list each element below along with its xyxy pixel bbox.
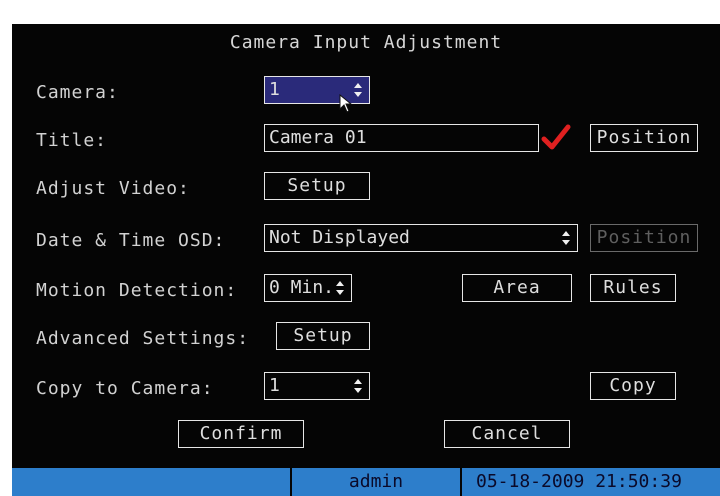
motion-detection-label: Motion Detection: — [36, 280, 238, 301]
osd-position-button[interactable]: Position — [590, 224, 698, 252]
date-time-osd-value: Not Displayed — [269, 227, 410, 248]
adjust-video-label: Adjust Video: — [36, 178, 190, 199]
motion-area-button[interactable]: Area — [462, 274, 572, 302]
mouse-pointer-icon — [339, 94, 353, 113]
dvr-screen: Camera Input Adjustment Camera: 1 Title:… — [12, 24, 720, 496]
motion-detection-select[interactable]: 0 Min. — [264, 274, 352, 302]
checkmark-icon[interactable] — [541, 124, 571, 152]
spinner-icon — [562, 231, 570, 245]
title-input[interactable]: Camera 01 — [264, 124, 539, 152]
title-position-button[interactable]: Position — [590, 124, 698, 152]
status-bar: admin 05-18-2009 21:50:39 — [12, 468, 720, 496]
confirm-button[interactable]: Confirm — [178, 420, 304, 448]
cancel-button[interactable]: Cancel — [444, 420, 570, 448]
title-label: Title: — [36, 130, 108, 151]
motion-rules-button[interactable]: Rules — [590, 274, 676, 302]
copy-to-camera-label: Copy to Camera: — [36, 378, 214, 399]
advanced-settings-label: Advanced Settings: — [36, 328, 250, 349]
spinner-icon — [336, 281, 344, 295]
camera-select-value: 1 — [269, 79, 280, 100]
date-time-osd-label: Date & Time OSD: — [36, 230, 226, 251]
copy-button[interactable]: Copy — [590, 372, 676, 400]
camera-label: Camera: — [36, 82, 119, 103]
status-datetime: 05-18-2009 21:50:39 — [476, 471, 682, 492]
advanced-settings-setup-button[interactable]: Setup — [276, 322, 370, 350]
status-user: admin — [348, 471, 404, 492]
date-time-osd-select[interactable]: Not Displayed — [264, 224, 578, 252]
motion-detection-value: 0 Min. — [269, 277, 335, 298]
dialog-title: Camera Input Adjustment — [229, 32, 503, 53]
adjust-video-setup-button[interactable]: Setup — [264, 172, 370, 200]
copy-to-camera-select[interactable]: 1 — [264, 372, 370, 400]
spinner-icon — [354, 379, 362, 393]
copy-to-camera-value: 1 — [269, 375, 280, 396]
